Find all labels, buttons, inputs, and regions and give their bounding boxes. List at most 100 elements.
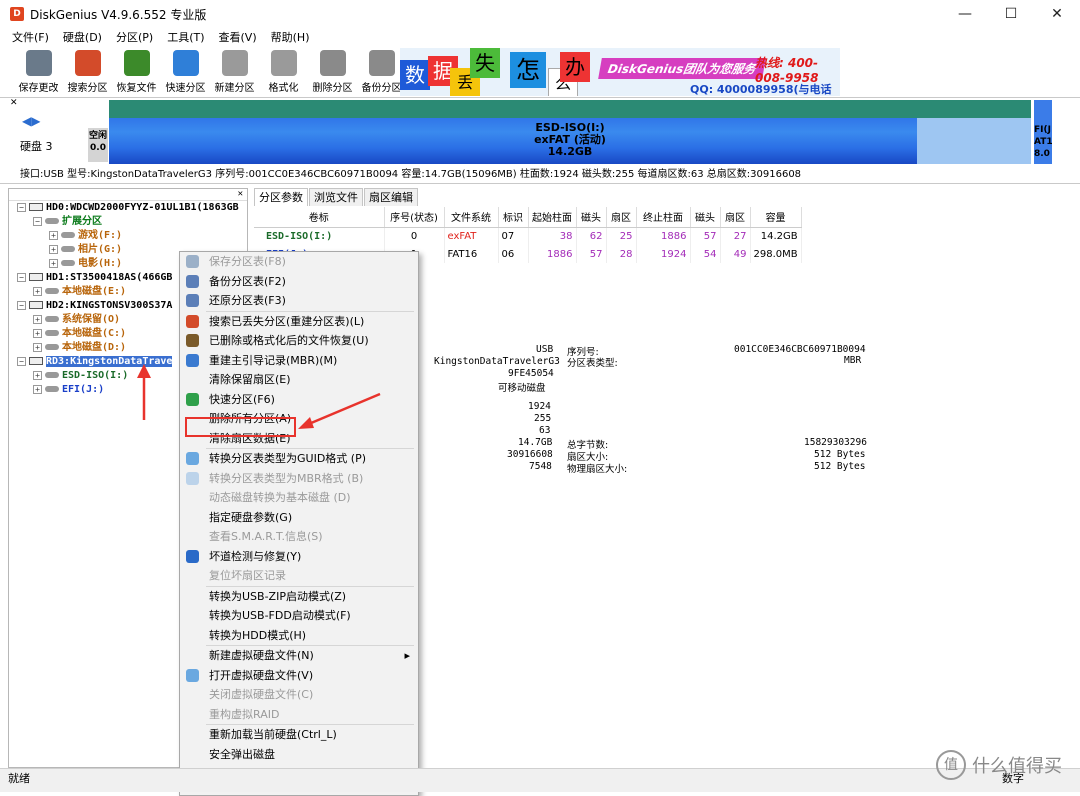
tree-label: EFI(J:) xyxy=(62,384,105,395)
detail-model: KingstonDataTravelerG3 xyxy=(434,356,560,367)
menu-item[interactable]: 查看(V) xyxy=(219,29,257,45)
expand-toggle-icon[interactable]: − xyxy=(33,216,42,226)
tab[interactable]: 分区参数 xyxy=(254,188,308,206)
toolbar-button[interactable]: 格式化 xyxy=(259,46,308,96)
close-diskmap-icon[interactable]: ✕ xyxy=(10,98,18,108)
toolbar-button[interactable]: 备份分区 xyxy=(357,46,406,96)
expand-toggle-icon[interactable]: − xyxy=(17,202,26,212)
highlight-box xyxy=(185,417,296,437)
table-cell: 14.2GB xyxy=(750,227,802,245)
column-header[interactable]: 磁头 xyxy=(690,207,721,228)
expand-toggle-icon[interactable]: + xyxy=(33,286,42,296)
expand-toggle-icon[interactable]: + xyxy=(33,370,42,380)
context-menu-item[interactable]: 新建虚拟硬盘文件(N) ▸ xyxy=(180,646,418,666)
context-menu-item[interactable]: 指定硬盘参数(G) xyxy=(180,508,418,528)
column-header[interactable]: 磁头 xyxy=(576,207,607,228)
partition-usage-bar xyxy=(109,100,1031,118)
menu-item[interactable]: 帮助(H) xyxy=(271,29,310,45)
menu-item-label: 已删除或格式化后的文件恢复(U) xyxy=(209,334,369,347)
toolbar-label: 快速分区 xyxy=(165,83,206,94)
toolbar-label: 保存更改 xyxy=(18,83,59,94)
column-header[interactable]: 卷标 xyxy=(254,207,385,228)
context-menu-item[interactable]: 安全弹出磁盘 xyxy=(180,745,418,765)
menu-item[interactable]: 硬盘(D) xyxy=(63,29,102,45)
context-menu-item[interactable]: 转换为HDD模式(H) xyxy=(180,626,418,646)
free-space-segment[interactable]: 空闲 0.0 xyxy=(88,128,108,162)
expand-toggle-icon[interactable]: + xyxy=(33,328,42,338)
context-menu-item: 查看S.M.A.R.T.信息(S) xyxy=(180,527,418,547)
context-menu-item[interactable]: 转换为USB-FDD启动模式(F) xyxy=(180,606,418,626)
partition-icon xyxy=(45,218,59,224)
format-icon xyxy=(270,50,297,76)
expand-toggle-icon[interactable]: − xyxy=(17,356,26,366)
tree-disk-node[interactable]: − HD0:WDCWD2000FYYZ-01UL1B1(1863GB xyxy=(9,201,247,215)
menu-item-label: 安全弹出磁盘 xyxy=(209,747,275,761)
context-menu-item[interactable]: 搜索已丢失分区(重建分区表)(L) xyxy=(180,312,418,332)
toolbar-button[interactable]: 恢复文件 xyxy=(112,46,161,96)
context-menu-item[interactable]: 备份分区表(F2) xyxy=(180,272,418,292)
table-cell: 57 xyxy=(690,227,721,245)
partition-icon xyxy=(45,372,59,378)
toolbar-button[interactable]: 快速分区 xyxy=(161,46,210,96)
tab[interactable]: 扇区编辑 xyxy=(364,188,418,206)
column-header[interactable]: 起始柱面 xyxy=(528,207,577,228)
expand-toggle-icon[interactable]: + xyxy=(33,342,42,352)
partition-segment-esd-iso[interactable]: ESD-ISO(I:) exFAT (活动) 14.2GB xyxy=(109,100,1031,164)
tree-close-icon[interactable]: ✕ xyxy=(9,189,247,201)
minimize-button[interactable]: — xyxy=(942,0,988,28)
context-menu-item[interactable]: 还原分区表(F3) xyxy=(180,291,418,311)
watermark: 值 什么值得买 xyxy=(936,750,1062,780)
expand-toggle-icon[interactable]: + xyxy=(49,258,58,268)
partition-icon xyxy=(45,344,59,350)
context-menu-item[interactable]: 已删除或格式化后的文件恢复(U) xyxy=(180,331,418,351)
context-menu-item[interactable]: 打开虚拟硬盘文件(V) xyxy=(180,666,418,686)
toolbar-button[interactable]: 删除分区 xyxy=(308,46,357,96)
table-cell: 57 xyxy=(576,245,607,263)
context-menu-item: 保存分区表(F8) xyxy=(180,252,418,272)
table-cell: 1886 xyxy=(528,245,577,263)
expand-toggle-icon[interactable]: + xyxy=(33,314,42,324)
column-header[interactable]: 扇区 xyxy=(720,207,751,228)
toolbar-button[interactable]: 新建分区 xyxy=(210,46,259,96)
menu-item-label: 重构虚拟RAID xyxy=(209,707,280,721)
context-menu-item[interactable]: 清除保留扇区(E) xyxy=(180,370,418,390)
expand-toggle-icon[interactable]: − xyxy=(17,300,26,310)
ad-qq: QQ: 4000089958(与电话同号) xyxy=(690,83,832,96)
title-bar: D DiskGenius V4.9.6.552 专业版 — ☐ ✕ xyxy=(0,0,1080,28)
toolbar-button[interactable]: 搜索分区 xyxy=(63,46,112,96)
expand-toggle-icon[interactable]: + xyxy=(33,384,42,394)
close-button[interactable]: ✕ xyxy=(1034,0,1080,28)
context-menu-item[interactable]: 转换为USB-ZIP启动模式(Z) xyxy=(180,587,418,607)
toolbar-label: 删除分区 xyxy=(312,83,353,94)
tab[interactable]: 浏览文件 xyxy=(309,188,363,206)
tree-partition-node[interactable]: + 游戏(F:) xyxy=(9,229,247,243)
tab-bar: 分区参数 浏览文件 扇区编辑 xyxy=(254,188,419,206)
context-menu-item[interactable]: 重建主引导记录(MBR)(M) xyxy=(180,351,418,371)
column-header[interactable]: 容量 xyxy=(750,207,802,228)
context-menu-item: 复位坏扇区记录 xyxy=(180,566,418,586)
disk-nav[interactable]: ◀▶ xyxy=(22,114,40,128)
menu-item[interactable]: 分区(P) xyxy=(116,29,153,45)
expand-toggle-icon[interactable]: + xyxy=(49,230,58,240)
expand-toggle-icon[interactable]: + xyxy=(49,244,58,254)
column-header[interactable]: 文件系统 xyxy=(444,207,499,228)
menu-item[interactable]: 工具(T) xyxy=(167,29,204,45)
tree-partition-node[interactable]: − 扩展分区 xyxy=(9,215,247,229)
partition-segment-efi[interactable]: FI(J AT1 8.0 xyxy=(1034,100,1052,164)
column-header[interactable]: 序号(状态) xyxy=(384,207,445,228)
delete-partition-icon xyxy=(319,50,346,76)
context-menu-item[interactable]: 坏道检测与修复(Y) xyxy=(180,547,418,567)
expand-toggle-icon[interactable]: − xyxy=(17,272,26,282)
context-menu-item[interactable]: 转换分区表类型为GUID格式 (P) xyxy=(180,449,418,469)
toolbar-button[interactable]: 保存更改 xyxy=(14,46,63,96)
maximize-button[interactable]: ☐ xyxy=(988,0,1034,28)
menu-item[interactable]: 文件(F) xyxy=(12,29,49,45)
context-menu-item[interactable]: 重新加载当前硬盘(Ctrl_L) xyxy=(180,725,418,745)
watermark-text: 什么值得买 xyxy=(972,756,1062,777)
table-row[interactable]: ESD-ISO(I:) 0 exFAT 07 38 62 25 1886 57 27 14.2GB xyxy=(254,227,802,245)
recover-icon xyxy=(123,50,150,76)
advertisement-banner[interactable]: 数 据 丢 失 怎 么 办 DiskGenius团队为您服务 热线: 400-0… xyxy=(400,48,840,96)
column-header[interactable]: 标识 xyxy=(498,207,529,228)
column-header[interactable]: 终止柱面 xyxy=(636,207,691,228)
column-header[interactable]: 扇区 xyxy=(606,207,637,228)
